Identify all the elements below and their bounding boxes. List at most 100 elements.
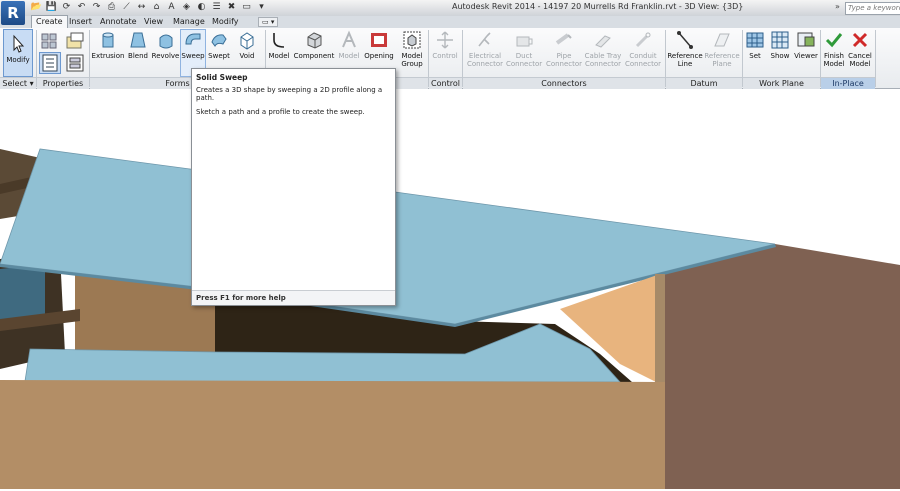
duct-connector-button[interactable]: Duct Connector [506,30,542,76]
3d-viewport[interactable] [0,89,900,489]
component-icon [307,32,322,49]
control-label: Control [432,52,458,60]
redo-icon[interactable]: ↷ [90,2,103,13]
show-work-plane-button[interactable]: Show [768,30,792,76]
tag-icon[interactable]: ⌂ [150,2,163,13]
text-icon[interactable]: A [165,2,178,13]
chevron-icon[interactable]: » [835,2,840,11]
model-group-label-1: Model [401,52,423,60]
electrical-connector-icon [478,32,491,47]
swept-blend-label: Swept [208,52,230,60]
panel-properties-label: Properties [37,77,89,89]
electrical-connector-label-1: Electrical [468,52,502,60]
switch-windows-icon[interactable]: ▭ [240,2,253,13]
cable-tray-connector-button[interactable]: Cable Tray Connector [584,30,622,76]
extrusion-icon [102,32,114,48]
swept-blend-icon [211,34,227,47]
blend-button[interactable]: Blend [126,30,150,76]
conduit-connector-icon [635,32,651,48]
3d-view-icon[interactable]: ◈ [180,2,193,13]
modify-button[interactable]: Modify [3,29,33,77]
electrical-connector-button[interactable]: Electrical Connector [465,30,505,76]
revolve-icon [159,34,172,49]
finish-model-button[interactable]: Finish Model [821,30,847,76]
3d-model-canvas[interactable] [0,89,900,489]
customize-qat-icon[interactable]: ▾ [255,2,268,13]
conduit-connector-label-1: Conduit [629,52,657,60]
finish-model-label-2: Model [823,60,845,68]
undo-icon[interactable]: ↶ [75,2,88,13]
tab-create[interactable]: Create [31,15,68,29]
tooltip-instruction: Sketch a path and a profile to create th… [196,108,365,116]
tab-modify[interactable]: Modify [212,16,239,28]
close-hidden-icon[interactable]: ✖ [225,2,238,13]
front-wall [0,380,665,489]
component-label: Component [293,52,335,60]
reference-plane-button[interactable]: Reference Plane [704,30,740,76]
panel-select-label[interactable]: Select ▾ [0,77,36,89]
dimension-icon[interactable]: ↔ [135,2,148,13]
properties-button[interactable] [39,52,61,74]
reference-line-label-1: Reference [667,52,703,60]
tooltip-description: Creates a 3D shape by sweeping a 2D prof… [196,86,383,102]
show-label: Show [770,52,790,60]
tooltip-help-text: Press F1 for more help [196,294,286,302]
title-bar: 📂 💾 ⟳ ↶ ↷ ⎙ ⟋ ↔ ⌂ A ◈ ◐ ☰ ✖ ▭ ▾ Autodesk… [0,0,900,17]
pipe-connector-button[interactable]: Pipe Connector [545,30,583,76]
cancel-model-button[interactable]: Cancel Model [847,30,873,76]
panel-in-place-editor-label: In-Place Editor [821,77,875,99]
reference-plane-label-1: Reference [704,52,740,60]
open-icon[interactable]: 📂 [30,2,43,13]
tab-annotate[interactable]: Annotate [100,16,137,28]
family-types-icon [66,32,84,49]
void-forms-label: Void [239,52,255,60]
thin-lines-icon[interactable]: ☰ [210,2,223,13]
tooltip-title: Solid Sweep [196,73,248,82]
side-wall [660,239,900,489]
reference-plane-label-2: Plane [712,60,732,68]
revolve-button[interactable]: Revolve [151,30,180,76]
finish-model-label-1: Finish [824,52,844,60]
extrusion-label: Extrusion [91,52,125,60]
duct-connector-icon [516,36,533,47]
control-arrows-icon [437,31,453,49]
search-input[interactable]: Type a keyword or phrase [845,2,900,15]
blend-icon [130,32,146,48]
tab-view[interactable]: View [144,16,163,28]
sweep-icon [185,33,201,45]
set-label: Set [749,52,761,60]
blend-label: Blend [128,52,148,60]
model-text-label: Model [338,52,360,60]
print-icon[interactable]: ⎙ [105,2,118,13]
type-properties-button[interactable] [64,53,86,73]
electrical-connector-label-2: Connector [466,60,504,68]
model-group-button[interactable]: Model Group [398,30,426,76]
pipe-connector-icon [555,33,572,45]
family-types-button[interactable] [64,31,86,51]
control-button[interactable]: Control [430,30,460,76]
sync-icon[interactable]: ⟳ [60,2,73,13]
measure-icon[interactable]: ⟋ [120,2,133,13]
reference-plane-icon [714,33,730,47]
tab-insert[interactable]: Insert [69,16,92,28]
set-work-plane-button[interactable]: Set [744,30,766,76]
viewer-button[interactable]: Viewer [793,30,819,76]
cable-tray-connector-icon [595,35,611,48]
model-line-icon [273,33,285,48]
opening-icon [371,33,387,47]
minimize-ribbon-button[interactable]: ▭ ▾ [258,17,279,27]
panel-control-label: Control [429,77,462,89]
conduit-connector-button[interactable]: Conduit Connector [623,30,663,76]
viewer-icon [797,32,815,47]
panel-connectors-label: Connectors [463,77,665,89]
tooltip-footer: Press F1 for more help [192,290,395,305]
reference-line-button[interactable]: Reference Line [667,30,703,76]
family-category-button[interactable] [38,31,60,51]
save-icon[interactable]: 💾 [45,2,58,13]
tab-manage[interactable]: Manage [173,16,205,28]
void-form-icon [240,32,254,50]
revit-logo-icon: R [7,4,19,22]
application-menu-button[interactable]: R [1,1,25,25]
section-icon[interactable]: ◐ [195,2,208,13]
extrusion-button[interactable]: Extrusion [91,30,125,76]
